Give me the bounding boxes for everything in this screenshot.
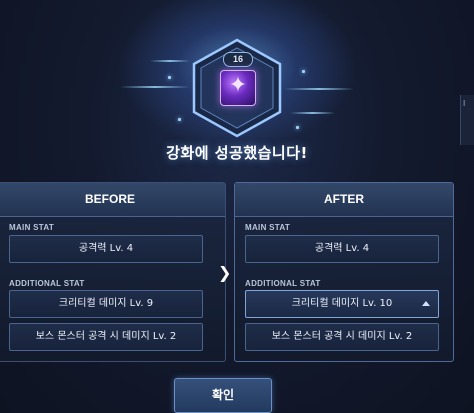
- light-ray: [120, 86, 190, 88]
- after-panel: AFTER MAIN STAT 공격력 Lv. 4 ADDITIONAL STA…: [234, 182, 454, 362]
- success-title: 강화에 성공했습니다!: [166, 144, 308, 162]
- light-ray: [284, 88, 354, 90]
- before-additional-stat-2: 보스 몬스터 공격 시 데미지 Lv. 2: [9, 323, 203, 351]
- level-badge: 16: [223, 52, 253, 67]
- before-panel: BEFORE MAIN STAT 공격력 Lv. 4 ADDITIONAL ST…: [0, 182, 226, 362]
- stat-up-icon: [422, 301, 430, 306]
- sparkle: [178, 118, 181, 121]
- after-additional-stat-1-text: 크리티컬 데미지 Lv. 10: [291, 298, 393, 309]
- before-additional-stat-label: ADDITIONAL STAT: [9, 279, 85, 288]
- after-main-stat-label: MAIN STAT: [245, 223, 291, 232]
- after-additional-stat-2: 보스 몬스터 공격 시 데미지 Lv. 2: [245, 323, 439, 351]
- confirm-button[interactable]: 확인: [174, 378, 272, 413]
- enhance-badge: 16 ✦: [190, 38, 284, 138]
- sparkle: [302, 70, 305, 73]
- after-additional-stat-1: 크리티컬 데미지 Lv. 10: [245, 290, 439, 318]
- after-header: AFTER: [235, 183, 453, 217]
- sparkle: [168, 76, 171, 79]
- light-ray: [290, 112, 335, 114]
- sparkle: [296, 126, 299, 129]
- background-window-edge: ﺍ: [460, 95, 474, 145]
- before-main-stat: 공격력 Lv. 4: [9, 235, 203, 263]
- before-header: BEFORE: [0, 183, 225, 217]
- before-main-stat-label: MAIN STAT: [9, 223, 55, 232]
- after-additional-stat-label: ADDITIONAL STAT: [245, 279, 321, 288]
- chevron-right-icon: ❯: [218, 263, 232, 282]
- light-ray: [150, 60, 190, 62]
- after-main-stat: 공격력 Lv. 4: [245, 235, 439, 263]
- purple-gem-item-icon: ✦: [220, 70, 256, 106]
- before-additional-stat-1: 크리티컬 데미지 Lv. 9: [9, 290, 203, 318]
